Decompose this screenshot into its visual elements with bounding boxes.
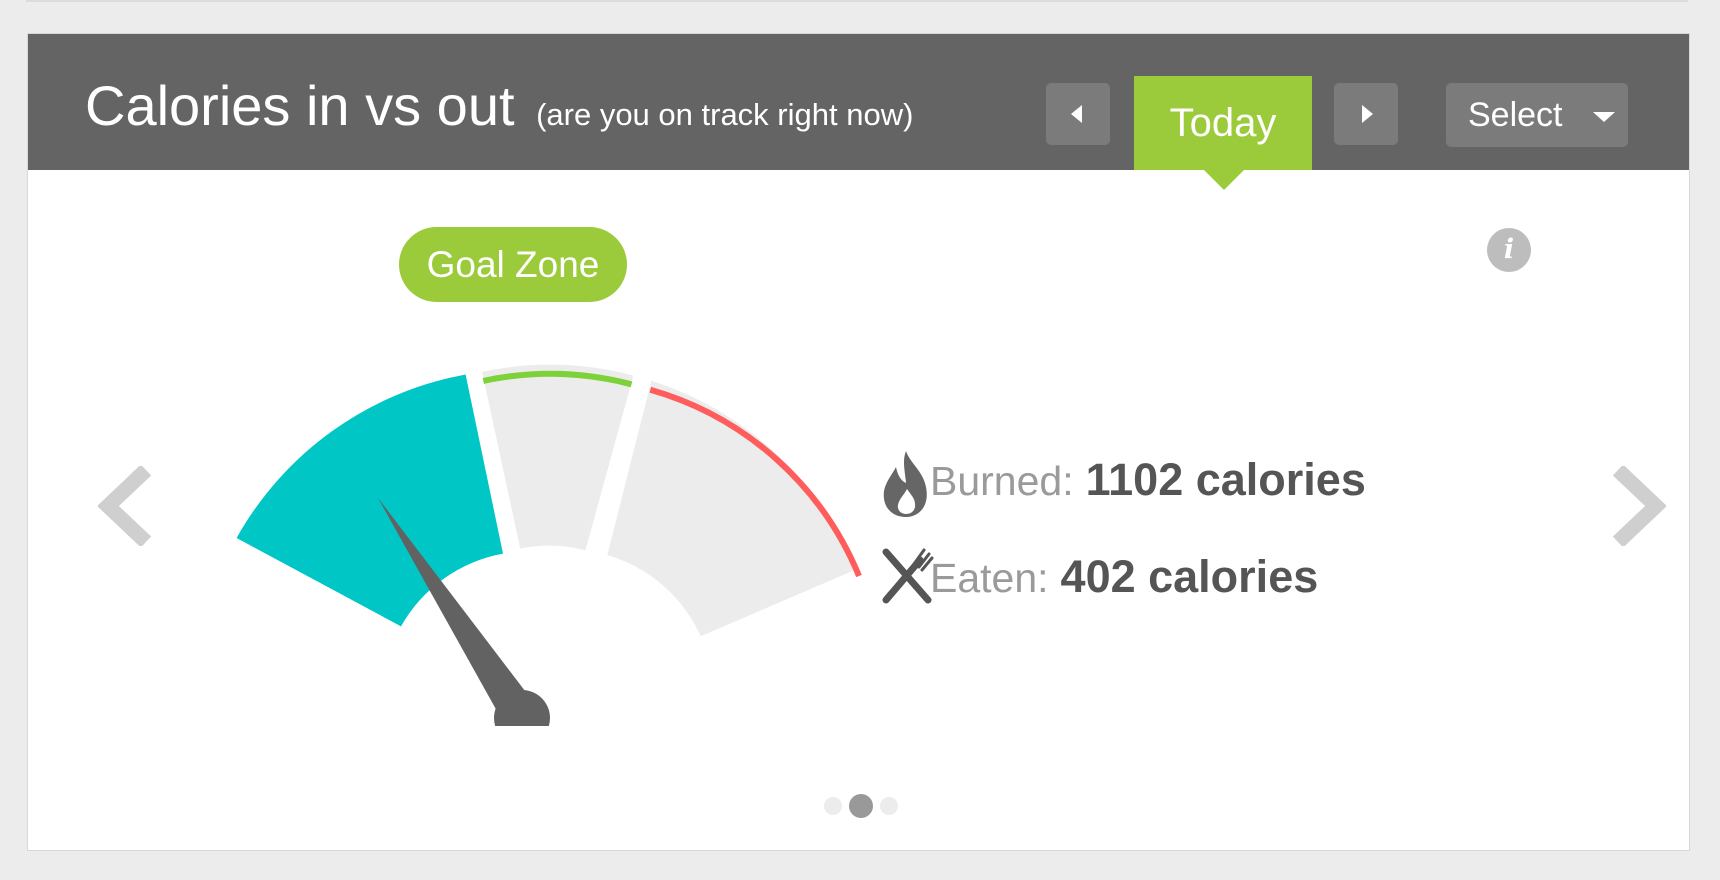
next-day-button[interactable] xyxy=(1334,83,1398,145)
gauge-segment-low xyxy=(236,374,503,627)
pagination-dot[interactable] xyxy=(824,797,842,815)
triangle-left-icon xyxy=(1071,105,1082,123)
top-strip xyxy=(26,0,1688,2)
goal-zone-label: Goal Zone xyxy=(399,227,627,302)
select-dropdown[interactable]: Select xyxy=(1446,83,1628,147)
widget-header: Calories in vs out (are you on track rig… xyxy=(28,34,1689,170)
carousel-next-arrow[interactable] xyxy=(1610,464,1667,551)
burned-value: 1102 calories xyxy=(1085,454,1366,505)
info-icon[interactable]: i xyxy=(1487,228,1531,272)
burned-label-text: Burned: xyxy=(930,458,1074,504)
chevron-right-icon xyxy=(1612,464,1667,548)
carousel-prev-arrow[interactable] xyxy=(97,464,154,551)
pagination-dot-active[interactable] xyxy=(849,794,873,818)
calorie-gauge xyxy=(236,364,862,726)
flame-icon xyxy=(883,451,927,517)
today-tab-pointer xyxy=(1204,170,1244,190)
eaten-label-text: Eaten: xyxy=(930,555,1049,601)
fork-knife-icon xyxy=(882,548,934,604)
chevron-left-icon xyxy=(97,464,152,548)
caret-down-icon xyxy=(1593,112,1615,122)
title-text: Calories in vs out xyxy=(85,74,515,137)
select-label: Select xyxy=(1468,96,1563,134)
widget-title: Calories in vs out (are you on track rig… xyxy=(85,74,913,147)
eaten-label: Eaten: 402 calories xyxy=(930,551,1318,603)
gauge-segment-goal xyxy=(482,364,634,551)
eaten-value: 402 calories xyxy=(1060,551,1319,602)
triangle-right-icon xyxy=(1362,105,1373,123)
today-tab[interactable]: Today xyxy=(1134,76,1312,170)
calories-widget: Calories in vs out (are you on track rig… xyxy=(27,33,1690,851)
pagination-dot[interactable] xyxy=(880,797,898,815)
burned-label: Burned: 1102 calories xyxy=(930,454,1366,506)
previous-day-button[interactable] xyxy=(1046,83,1110,145)
title-subtitle: (are you on track right now) xyxy=(536,97,914,132)
